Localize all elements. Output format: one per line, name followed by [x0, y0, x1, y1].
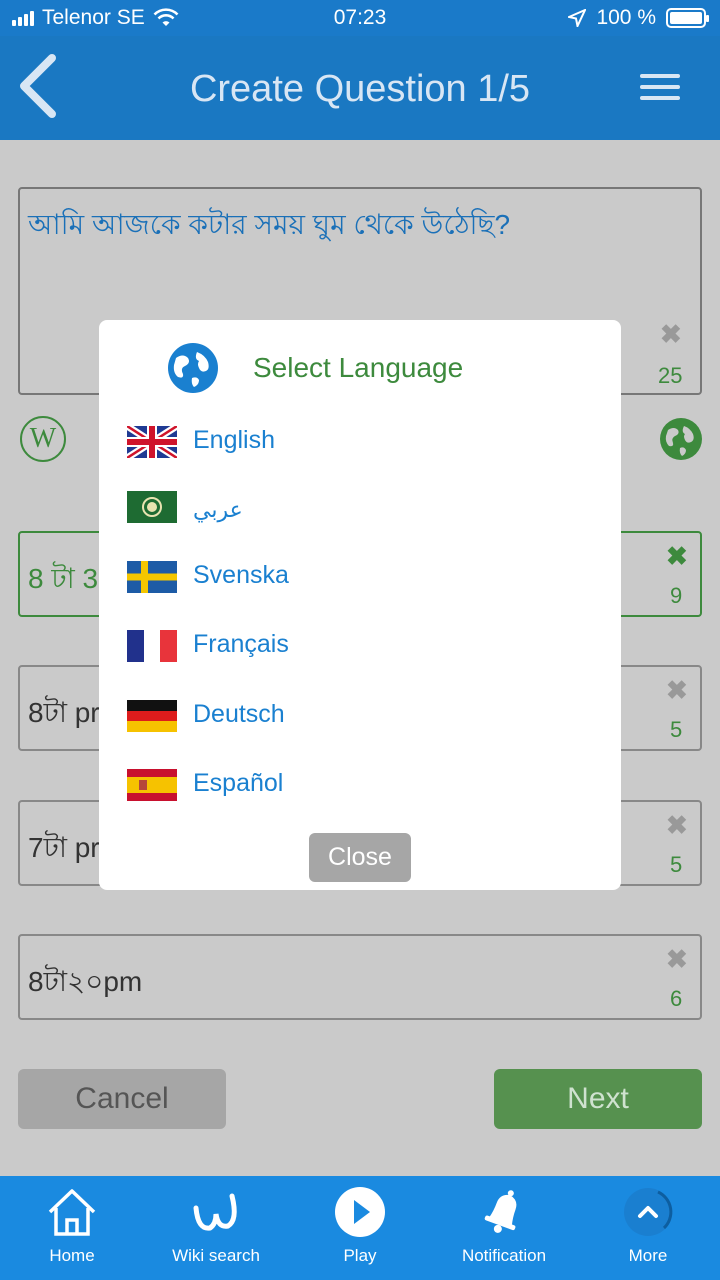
status-bar: Telenor SE 07:23 100 %	[0, 0, 720, 36]
tab-label: More	[628, 1246, 668, 1265]
answer-char-count: 9	[670, 583, 683, 608]
sweden-flag-icon	[127, 561, 177, 593]
location-arrow-icon	[568, 9, 587, 27]
clear-answer-icon[interactable]: ✖	[666, 810, 688, 841]
language-name: عربي	[193, 497, 243, 522]
tab-wiki-search[interactable]: Wiki search	[144, 1176, 288, 1280]
app-header: Create Question 1/5	[0, 36, 720, 140]
tab-label: Notification	[461, 1246, 547, 1265]
battery-icon	[666, 8, 709, 28]
language-name: Español	[193, 769, 284, 797]
answer-text: 8 টা 3	[28, 563, 99, 594]
answer-field-4[interactable]: 8টা২০pm ✖ 6	[18, 934, 702, 1020]
arab-league-flag-icon	[127, 491, 177, 523]
bottom-tab-bar: Home Wiki search Play Notification More	[0, 1176, 720, 1280]
wiki-search-icon	[193, 1193, 237, 1231]
tab-label: Play	[343, 1246, 377, 1265]
close-button[interactable]: Close	[309, 833, 411, 882]
clear-answer-icon[interactable]: ✖	[666, 675, 688, 706]
language-option-english[interactable]: English	[127, 422, 587, 468]
language-option-french[interactable]: Français	[127, 626, 587, 672]
tab-play[interactable]: Play	[288, 1176, 432, 1280]
france-flag-icon	[127, 630, 177, 662]
globe-language-icon[interactable]	[658, 416, 704, 462]
language-option-arabic[interactable]: عربي	[127, 487, 587, 533]
wikipedia-icon[interactable]: W	[20, 416, 66, 462]
answer-text: 8টা pr	[28, 697, 100, 728]
select-language-dialog: Select Language English عربي Svenska Fra…	[99, 320, 621, 890]
language-option-spanish[interactable]: Español	[127, 765, 587, 811]
uk-flag-icon	[127, 426, 177, 458]
answer-char-count: 5	[670, 717, 683, 742]
language-name: Français	[193, 630, 289, 658]
clear-answer-icon[interactable]: ✖	[666, 541, 688, 572]
dialog-title: Select Language	[253, 352, 464, 383]
page-title: Create Question 1/5	[189, 68, 531, 110]
more-icon	[624, 1188, 673, 1236]
tab-more[interactable]: More	[576, 1176, 720, 1280]
germany-flag-icon	[127, 700, 177, 732]
answer-text: 8টা২০pm	[28, 966, 143, 997]
cancel-button[interactable]: Cancel	[18, 1069, 226, 1129]
bell-icon	[484, 1190, 517, 1233]
globe-icon	[168, 343, 218, 393]
language-option-german[interactable]: Deutsch	[127, 696, 587, 742]
home-icon	[48, 1189, 96, 1236]
next-button[interactable]: Next	[494, 1069, 702, 1129]
tab-notification[interactable]: Notification	[432, 1176, 576, 1280]
question-char-count: 25	[658, 363, 683, 388]
language-name: Svenska	[193, 561, 289, 589]
play-icon	[335, 1187, 385, 1237]
spain-flag-icon	[127, 769, 177, 801]
answer-char-count: 6	[670, 986, 683, 1011]
battery-percent: 100 %	[596, 6, 656, 29]
language-name: English	[193, 426, 275, 454]
answer-char-count: 5	[670, 852, 683, 877]
clear-answer-icon[interactable]: ✖	[666, 944, 688, 975]
hamburger-menu-icon[interactable]	[640, 74, 680, 100]
clear-question-icon[interactable]: ✖	[660, 319, 682, 350]
question-text: আমি আজকে কটার সময় ঘুম থেকে উঠেছি?	[28, 209, 511, 240]
language-name: Deutsch	[193, 700, 285, 728]
tab-home[interactable]: Home	[0, 1176, 144, 1280]
tab-label: Home	[49, 1246, 95, 1265]
answer-text: 7টা pr	[28, 832, 100, 863]
language-option-swedish[interactable]: Svenska	[127, 557, 587, 603]
tab-label: Wiki search	[172, 1246, 260, 1265]
